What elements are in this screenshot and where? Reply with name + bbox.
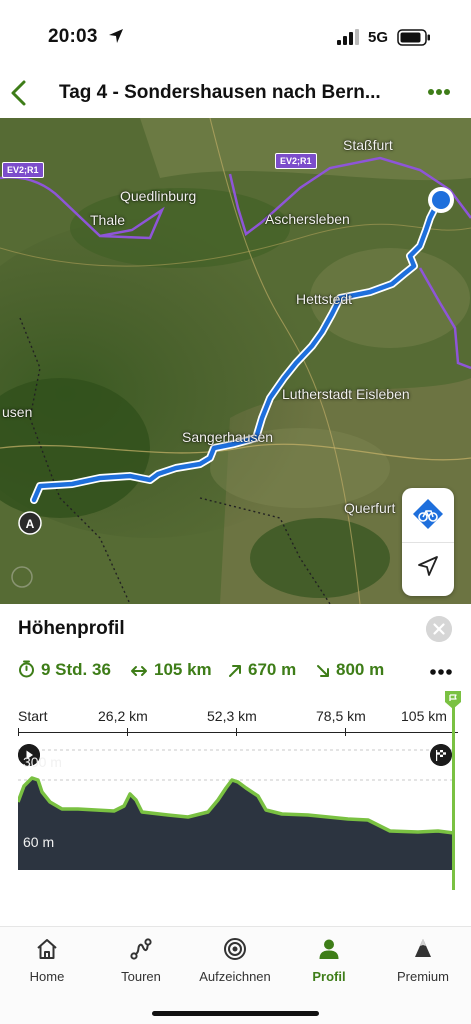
tab-touren[interactable]: Touren: [94, 927, 188, 1001]
route-icon: [130, 938, 152, 960]
tab-label: Premium: [396, 969, 449, 984]
route-badge: EV2;R1: [275, 153, 317, 169]
finish-flag-icon: [430, 744, 452, 766]
chevron-left-icon[interactable]: [8, 78, 30, 108]
place-label: usen: [2, 404, 33, 420]
y-axis-label: 60 m: [23, 834, 55, 850]
status-bar: 20:03 5G: [0, 0, 471, 72]
distance-value: 105 km: [154, 660, 212, 679]
tab-label: Aufzeichnen: [199, 969, 271, 984]
place-label: Staßfurt: [343, 137, 393, 153]
place-label: Quedlinburg: [120, 188, 197, 204]
stat-duration: 9 Std. 36: [18, 660, 111, 680]
controls-divider: [402, 542, 454, 543]
distance-axis: Start 26,2 km 52,3 km 78,5 km 105 km: [18, 708, 458, 738]
location-arrow-icon[interactable]: [416, 554, 440, 578]
tab-label: Home: [29, 969, 65, 984]
stat-ascent: 670 m: [228, 660, 296, 680]
profile-scrubber-line: [452, 694, 455, 890]
home-icon: [37, 939, 57, 959]
home-indicator: [152, 1011, 319, 1016]
tab-label: Touren: [121, 969, 161, 984]
elevation-profile[interactable]: 300 m 60 m: [16, 740, 455, 890]
page-title: Tag 4 - Sondershausen nach Bern...: [59, 82, 381, 103]
place-label: Sangerhausen: [182, 429, 274, 445]
axis-label: Start: [18, 708, 48, 724]
tour-stats: 9 Std. 36 105 km 670 m 800 m: [18, 660, 458, 684]
descent-arrow-icon: [317, 665, 329, 677]
place-label: Aschersleben: [265, 211, 350, 227]
elevation-sheet: Höhenprofil 9 Std. 36 105 km 670 m 800 m: [0, 604, 471, 924]
ascent-value: 670 m: [248, 660, 297, 679]
map-view[interactable]: A EV2;R1 EV2;R1 Staßfurt Quedlinburg Tha…: [0, 118, 471, 604]
place-label: Thale: [90, 212, 126, 228]
tab-aufzeichnen[interactable]: Aufzeichnen: [188, 927, 282, 1001]
duration-value: 9 Std. 36: [41, 660, 111, 679]
stat-descent: 800 m: [316, 660, 384, 680]
place-label: Hettstedt: [296, 291, 353, 307]
map-controls: [402, 488, 454, 596]
stat-distance: 105 km: [130, 660, 212, 680]
battery-icon: [397, 29, 430, 46]
distance-arrows-icon: [131, 666, 147, 676]
bike-layer-icon[interactable]: [412, 498, 444, 530]
tab-profil[interactable]: Profil: [282, 927, 376, 1001]
more-dots-icon[interactable]: [430, 668, 452, 676]
record-icon: [224, 938, 246, 960]
axis-tick: [345, 728, 346, 736]
network-type: 5G: [368, 29, 389, 46]
elevation-chart: [16, 749, 455, 870]
y-axis-label: 300 m: [23, 754, 62, 770]
axis-label: 26,2 km: [98, 708, 148, 724]
axis-label: 52,3 km: [207, 708, 257, 724]
axis-tick: [236, 728, 237, 736]
axis-line: [18, 732, 458, 733]
axis-tick: [18, 728, 19, 736]
axis-label: 105 km: [401, 708, 447, 724]
tab-home[interactable]: Home: [0, 927, 94, 1001]
profile-icon: [319, 939, 339, 959]
place-label: Querfurt: [344, 500, 396, 516]
axis-label: 78,5 km: [316, 708, 366, 724]
navigation-bar: Tag 4 - Sondershausen nach Bern...: [0, 72, 471, 118]
cellular-signal-icon: [337, 29, 359, 45]
status-time: 20:03: [48, 26, 98, 47]
premium-icon: [415, 939, 431, 957]
tab-premium[interactable]: Premium: [376, 927, 470, 1001]
satellite-map: A: [0, 118, 471, 604]
start-marker-label: A: [26, 517, 35, 531]
stopwatch-icon: [19, 660, 34, 678]
tab-label: Profil: [312, 969, 346, 984]
ascent-arrow-icon: [229, 665, 241, 677]
location-services-icon: [109, 29, 123, 43]
scrubber-handle-icon[interactable]: [444, 690, 462, 710]
tab-bar: Home Touren Aufzeichnen Profil Premium: [0, 926, 471, 1024]
descent-value: 800 m: [336, 660, 385, 679]
sheet-title: Höhenprofil: [18, 618, 125, 639]
more-dots-icon[interactable]: [428, 88, 450, 96]
place-label: Lutherstadt Eisleben: [282, 386, 410, 402]
axis-tick: [127, 728, 128, 736]
route-badge: EV2;R1: [2, 162, 44, 178]
close-icon[interactable]: [426, 616, 452, 642]
